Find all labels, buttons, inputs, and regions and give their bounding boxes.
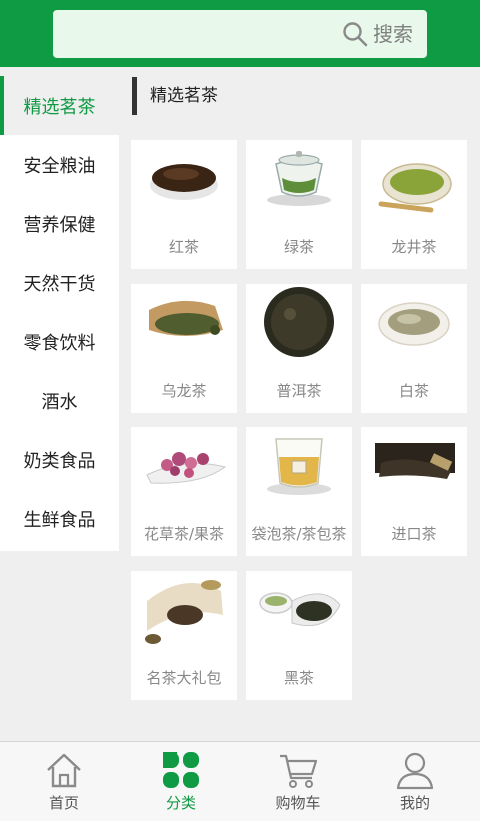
category-icon bbox=[163, 752, 199, 788]
white-tea-image bbox=[378, 302, 450, 346]
product-card-black-tea[interactable]: 红茶 bbox=[131, 140, 237, 269]
product-card-green-tea[interactable]: 绿茶 bbox=[246, 140, 352, 269]
product-card-gift-pack[interactable]: 名茶大礼包 bbox=[131, 571, 237, 700]
sidebar-item-label: 天然干货 bbox=[23, 273, 96, 295]
product-name: 红茶 bbox=[168, 238, 199, 256]
cart-icon bbox=[280, 754, 318, 788]
search-label: 搜索 bbox=[373, 22, 413, 46]
product-card-white-tea[interactable]: 白茶 bbox=[361, 284, 467, 413]
sidebar-item-featured-tea[interactable]: 精选茗茶 bbox=[0, 76, 119, 135]
tab-profile[interactable]: 我的 bbox=[355, 742, 475, 821]
dark-tea-image bbox=[259, 592, 341, 627]
sidebar-item-label: 安全粮油 bbox=[23, 155, 96, 177]
sidebar-item-dairy[interactable]: 奶类食品 bbox=[0, 430, 119, 489]
section-header: 精选茗茶 bbox=[132, 77, 472, 115]
tab-home[interactable]: 首页 bbox=[4, 742, 124, 821]
product-card-dark-tea[interactable]: 黑茶 bbox=[246, 571, 352, 700]
bottom-tab-bar: 首页 分类 购物车 我的 bbox=[0, 741, 480, 821]
section-marker bbox=[132, 77, 137, 115]
sidebar-item-label: 生鲜食品 bbox=[23, 509, 96, 531]
tab-category[interactable]: 分类 bbox=[121, 742, 241, 821]
product-name: 普洱茶 bbox=[276, 382, 322, 400]
product-name: 黑茶 bbox=[283, 669, 314, 687]
sidebar-item-snacks-drinks[interactable]: 零食饮料 bbox=[0, 312, 119, 371]
imported-tea-image bbox=[375, 443, 455, 479]
sidebar-item-dried-goods[interactable]: 天然干货 bbox=[0, 253, 119, 312]
section-title: 精选茗茶 bbox=[150, 86, 218, 106]
tab-label: 我的 bbox=[399, 794, 430, 812]
product-card-imported-tea[interactable]: 进口茶 bbox=[361, 427, 467, 556]
product-name: 绿茶 bbox=[283, 238, 314, 256]
sidebar-item-label: 奶类食品 bbox=[23, 450, 96, 472]
black-tea-image bbox=[150, 164, 218, 200]
sidebar-item-label: 酒水 bbox=[41, 391, 78, 413]
tab-label: 购物车 bbox=[275, 794, 321, 812]
product-name: 袋泡茶/茶包茶 bbox=[251, 525, 347, 543]
sidebar-item-label: 零食饮料 bbox=[23, 332, 96, 354]
top-bar: 搜索 bbox=[0, 0, 480, 67]
flower-tea-image bbox=[146, 452, 227, 484]
product-name: 乌龙茶 bbox=[161, 382, 207, 400]
category-sidebar: 精选茗茶 安全粮油 营养保健 天然干货 零食饮料 酒水 奶类食品 生鲜食品 bbox=[0, 76, 119, 551]
gift-pack-image bbox=[145, 580, 223, 644]
green-tea-image bbox=[267, 151, 331, 206]
product-name: 龙井茶 bbox=[391, 238, 437, 256]
product-name: 名茶大礼包 bbox=[146, 669, 222, 687]
sidebar-item-label: 精选茗茶 bbox=[23, 96, 96, 118]
tab-label: 首页 bbox=[48, 794, 79, 812]
search-box[interactable]: 搜索 bbox=[53, 10, 427, 58]
product-name: 花草茶/果茶 bbox=[143, 525, 225, 543]
puer-tea-image bbox=[264, 287, 334, 357]
product-name: 白茶 bbox=[398, 382, 429, 400]
tab-label: 分类 bbox=[165, 794, 196, 812]
product-card-flower-tea[interactable]: 花草茶/果茶 bbox=[131, 427, 237, 556]
sidebar-item-liquor[interactable]: 酒水 bbox=[0, 371, 119, 430]
sidebar-item-grain-oil[interactable]: 安全粮油 bbox=[0, 135, 119, 194]
product-card-bag-tea[interactable]: 袋泡茶/茶包茶 bbox=[246, 427, 352, 556]
product-name: 进口茶 bbox=[391, 525, 437, 543]
search-icon bbox=[343, 22, 368, 47]
oolong-tea-image bbox=[149, 300, 223, 336]
tab-cart[interactable]: 购物车 bbox=[238, 742, 358, 821]
sidebar-item-label: 营养保健 bbox=[23, 214, 96, 236]
longjing-tea-image bbox=[378, 163, 452, 213]
sidebar-item-fresh[interactable]: 生鲜食品 bbox=[0, 489, 119, 548]
product-card-oolong-tea[interactable]: 乌龙茶 bbox=[131, 284, 237, 413]
product-card-longjing-tea[interactable]: 龙井茶 bbox=[361, 140, 467, 269]
product-card-puer-tea[interactable]: 普洱茶 bbox=[246, 284, 352, 413]
home-icon bbox=[47, 753, 81, 788]
sidebar-item-health[interactable]: 营养保健 bbox=[0, 194, 119, 253]
bag-tea-image bbox=[267, 438, 331, 495]
user-icon bbox=[396, 752, 434, 790]
